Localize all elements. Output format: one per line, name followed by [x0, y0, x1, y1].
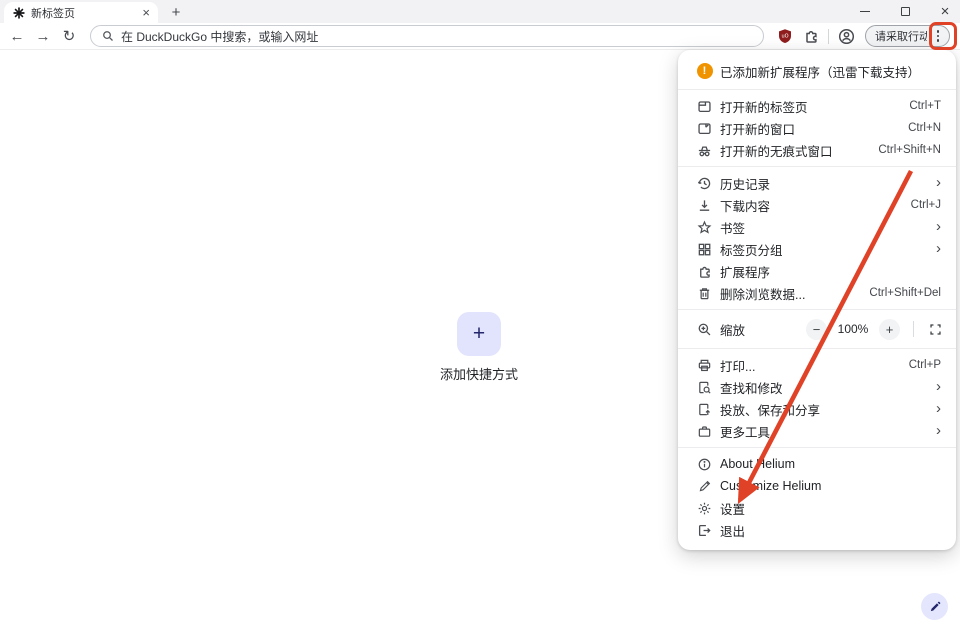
- tab-strip: 新标签页 × + ×: [0, 0, 960, 23]
- window-maximize-button[interactable]: [898, 5, 912, 19]
- tab-close-icon[interactable]: ×: [140, 6, 152, 19]
- bookmark-star-icon: [696, 219, 713, 236]
- browser-main-menu: ! 已添加新扩展程序（迅雷下载支持） 打开新的标签页 Ctrl+T 打开新的窗口…: [678, 50, 956, 550]
- new-tab-button[interactable]: +: [166, 3, 186, 23]
- chevron-right-icon: ›: [936, 219, 941, 234]
- new-tab-icon: [696, 98, 713, 115]
- forward-button[interactable]: →: [34, 29, 52, 44]
- menu-item-extension-added-notice[interactable]: ! 已添加新扩展程序（迅雷下载支持）: [678, 58, 956, 84]
- chevron-right-icon: ›: [936, 379, 941, 394]
- menu-item-settings[interactable]: 设置: [678, 497, 956, 519]
- customize-page-button[interactable]: [921, 593, 948, 620]
- plus-icon: +: [473, 322, 485, 346]
- menu-item-customize-helium[interactable]: Customize Helium: [678, 475, 956, 497]
- pencil-icon: [929, 601, 941, 613]
- chevron-right-icon: ›: [936, 175, 941, 190]
- tab-groups-icon: [696, 241, 713, 258]
- fullscreen-icon[interactable]: [927, 321, 944, 338]
- menu-item-find-and-edit[interactable]: 查找和修改 ›: [678, 376, 956, 398]
- window-controls: ×: [858, 0, 952, 23]
- incognito-icon: [696, 142, 713, 159]
- menu-item-zoom: 缩放 − 100% +: [678, 315, 956, 343]
- cast-save-share-icon: [696, 401, 713, 418]
- chevron-right-icon: ›: [936, 423, 941, 438]
- menu-item-bookmarks[interactable]: 书签 ›: [678, 216, 956, 238]
- gear-icon: [696, 500, 713, 517]
- info-icon: [696, 456, 713, 473]
- chevron-right-icon: ›: [936, 401, 941, 416]
- more-tools-icon: [696, 423, 713, 440]
- menu-item-more-tools[interactable]: 更多工具 ›: [678, 420, 956, 442]
- find-in-page-icon: [696, 379, 713, 396]
- reload-button[interactable]: ↻: [60, 29, 78, 44]
- chevron-right-icon: ›: [936, 241, 941, 256]
- window-close-button[interactable]: ×: [938, 5, 952, 19]
- extensions-puzzle-icon: [696, 263, 713, 280]
- pencil-icon: [696, 478, 713, 495]
- menu-item-history[interactable]: 历史记录 ›: [678, 172, 956, 194]
- profile-avatar-icon[interactable]: [837, 27, 855, 45]
- menu-item-extensions[interactable]: 扩展程序: [678, 260, 956, 282]
- svg-text:uO: uO: [781, 34, 788, 40]
- zoom-separator: [913, 321, 914, 337]
- extensions-puzzle-icon[interactable]: [802, 27, 820, 45]
- add-shortcut-label: 添加快捷方式: [440, 364, 518, 383]
- address-bar-text: 在 DuckDuckGo 中搜索，或输入网址: [121, 28, 318, 45]
- tab-new-tab-page[interactable]: 新标签页 ×: [4, 2, 158, 23]
- menu-item-clear-browsing-data[interactable]: 删除浏览数据... Ctrl+Shift+Del: [678, 282, 956, 304]
- tab-title: 新标签页: [31, 5, 134, 21]
- back-button[interactable]: ←: [8, 29, 26, 44]
- address-bar[interactable]: 在 DuckDuckGo 中搜索，或输入网址: [90, 25, 764, 47]
- zoom-in-button[interactable]: +: [879, 319, 900, 340]
- window-minimize-button[interactable]: [858, 5, 872, 19]
- menu-item-print[interactable]: 打印... Ctrl+P: [678, 354, 956, 376]
- ublock-extension-icon[interactable]: uO: [776, 27, 794, 45]
- action-required-label: 请采取行动: [875, 28, 927, 44]
- alert-icon: !: [696, 63, 713, 80]
- action-required-button[interactable]: 请采取行动: [865, 25, 950, 47]
- browser-toolbar: ← → ↻ 在 DuckDuckGo 中搜索，或输入网址 uO 请采取行动: [0, 23, 960, 50]
- new-window-icon: [696, 120, 713, 137]
- menu-item-exit[interactable]: 退出: [678, 519, 956, 541]
- menu-item-tab-groups[interactable]: 标签页分组 ›: [678, 238, 956, 260]
- helium-favicon-icon: [13, 7, 25, 19]
- search-icon: [101, 30, 114, 43]
- menu-item-downloads[interactable]: 下载内容 Ctrl+J: [678, 194, 956, 216]
- menu-item-cast-save-share[interactable]: 投放、保存和分享 ›: [678, 398, 956, 420]
- zoom-level-value: 100%: [834, 322, 872, 336]
- menu-item-about-helium[interactable]: About Helium: [678, 453, 956, 475]
- add-shortcut-button[interactable]: +: [457, 312, 501, 356]
- menu-item-new-tab[interactable]: 打开新的标签页 Ctrl+T: [678, 95, 956, 117]
- browser-menu-kebab-icon[interactable]: [927, 25, 949, 47]
- history-icon: [696, 175, 713, 192]
- toolbar-separator: [828, 29, 829, 44]
- printer-icon: [696, 357, 713, 374]
- menu-item-new-window[interactable]: 打开新的窗口 Ctrl+N: [678, 117, 956, 139]
- menu-item-new-incognito-window[interactable]: 打开新的无痕式窗口 Ctrl+Shift+N: [678, 139, 956, 161]
- trash-icon: [696, 285, 713, 302]
- download-icon: [696, 197, 713, 214]
- zoom-magnifier-icon: [696, 321, 713, 338]
- zoom-out-button[interactable]: −: [806, 319, 827, 340]
- exit-icon: [696, 522, 713, 539]
